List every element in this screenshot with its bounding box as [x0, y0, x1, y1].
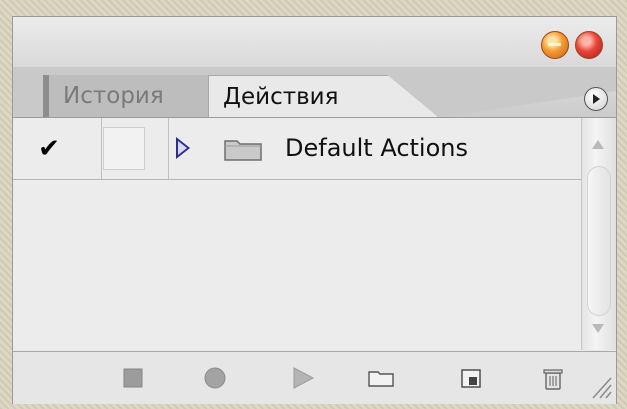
tab-actions-label: Действия [223, 84, 339, 110]
minimize-icon [548, 43, 561, 46]
tab-history-label: История [63, 83, 164, 109]
record-icon[interactable] [201, 364, 229, 392]
panel-title-bar[interactable] [13, 17, 616, 67]
scroll-thumb[interactable] [587, 166, 611, 316]
actions-toolbar [13, 351, 616, 404]
new-set-folder-icon[interactable] [367, 364, 395, 392]
column-divider [101, 118, 102, 179]
scroll-up-icon[interactable] [592, 140, 604, 149]
close-button[interactable] [575, 31, 603, 59]
list-item[interactable]: ✔ Default Actions [13, 118, 581, 180]
screen-background: История Действия ✔ Default Actions [0, 0, 627, 409]
panel-menu-button[interactable] [584, 87, 608, 111]
tab-history[interactable]: История [43, 75, 223, 117]
panel-menu-icon [593, 94, 600, 104]
scroll-down-icon[interactable] [592, 324, 604, 333]
vertical-scrollbar[interactable] [581, 118, 616, 350]
stop-icon[interactable] [119, 364, 147, 392]
expand-triangle-icon[interactable] [176, 137, 190, 159]
new-action-icon[interactable] [457, 364, 485, 392]
resize-grip-icon[interactable] [587, 372, 613, 400]
folder-icon [224, 140, 262, 161]
play-icon[interactable] [289, 364, 317, 392]
tab-bar: История Действия [13, 67, 616, 118]
trash-icon[interactable] [539, 364, 567, 392]
toggle-dialog-checkbox[interactable] [103, 127, 145, 170]
actions-panel: История Действия ✔ Default Actions [12, 16, 617, 404]
action-set-name: Default Actions [285, 134, 468, 162]
minimize-button[interactable] [541, 31, 569, 59]
actions-list: ✔ Default Actions [13, 118, 581, 350]
toggle-item-checkbox[interactable]: ✔ [31, 131, 67, 167]
column-divider [168, 118, 169, 179]
tab-actions[interactable]: Действия [208, 75, 438, 117]
